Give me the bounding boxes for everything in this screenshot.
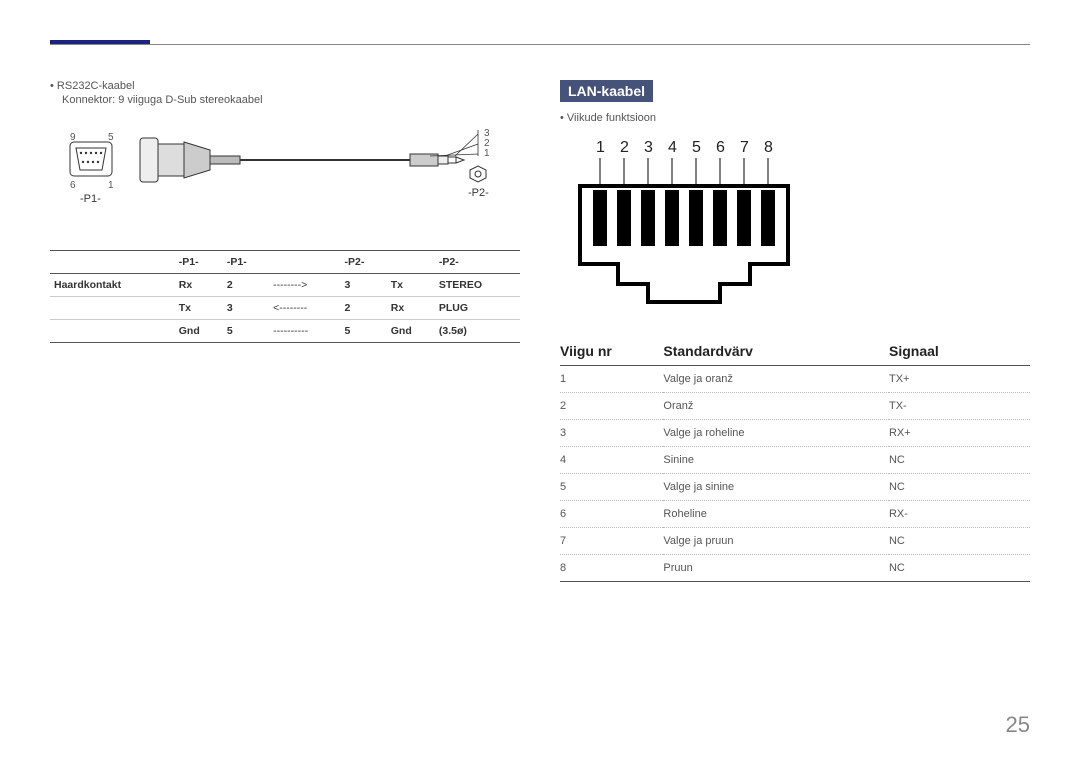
dsub-label-6: 6 — [70, 180, 76, 191]
table-row: Gnd 5 ---------- 5 Gnd (3.5ø) — [50, 320, 520, 343]
jack-label-1: 1 — [484, 148, 490, 159]
table-row: Tx 3 <-------- 2 Rx PLUG — [50, 297, 520, 320]
table-row: 7Valge ja pruunNC — [560, 528, 1030, 555]
rj45-num-5: 5 — [692, 139, 701, 156]
rj45-num-3: 3 — [644, 139, 653, 156]
rj45-num-7: 7 — [740, 139, 749, 156]
lan-bullet: Viikude funktsioon — [560, 112, 1030, 124]
rj45-num-6: 6 — [716, 139, 725, 156]
rs232-bullet: RS232C-kaabel — [50, 80, 520, 92]
p1-label: -P1- — [80, 193, 101, 205]
table-row: -P1- -P1- -P2- -P2- — [50, 251, 520, 274]
dsub-side-icon — [140, 138, 240, 182]
rs232-diagram: 9 5 6 1 -P1- — [50, 120, 520, 240]
rj45-num-2: 2 — [620, 139, 629, 156]
table-row: 1Valge ja oranžTX+ — [560, 366, 1030, 393]
dsub-front-icon — [70, 142, 112, 176]
rj45-icon — [580, 186, 788, 302]
lan-head-signal: Signaal — [889, 343, 1030, 359]
right-column: LAN-kaabel Viikude funktsioon 1 2 3 4 5 … — [560, 80, 1030, 582]
dsub-label-5: 5 — [108, 132, 114, 143]
dsub-label-9: 9 — [70, 132, 76, 143]
content-columns: RS232C-kaabel Konnektor: 9 viiguga D-Sub… — [50, 40, 1030, 582]
rs232-subline: Konnektor: 9 viiguga D-Sub stereokaabel — [62, 94, 520, 106]
table-row: 6RohelineRX- — [560, 501, 1030, 528]
table-row: 3Valge ja rohelineRX+ — [560, 420, 1030, 447]
table-row: Haardkontakt Rx 2 --------> 3 Tx STEREO — [50, 274, 520, 297]
left-column: RS232C-kaabel Konnektor: 9 viiguga D-Sub… — [50, 80, 520, 582]
lan-heading: LAN-kaabel — [560, 80, 653, 102]
table-row: 8PruunNC — [560, 555, 1030, 582]
hex-nut-icon — [470, 166, 486, 182]
rj45-num-4: 4 — [668, 139, 677, 156]
pin-mapping-table: -P1- -P1- -P2- -P2- Haardkontakt Rx 2 --… — [50, 250, 520, 343]
page-number: 25 — [1006, 712, 1030, 738]
table-row: 2OranžTX- — [560, 393, 1030, 420]
dsub-label-1: 1 — [108, 180, 114, 191]
lan-table: 1Valge ja oranžTX+ 2OranžTX- 3Valge ja r… — [560, 366, 1030, 582]
lan-table-header: Viigu nr Standardvärv Signaal — [560, 337, 1030, 366]
table-row: 5Valge ja sinineNC — [560, 474, 1030, 501]
rj45-num-8: 8 — [764, 139, 773, 156]
rj45-num-1: 1 — [596, 139, 605, 156]
lan-head-pin: Viigu nr — [560, 343, 663, 359]
p2-label: -P2- — [468, 187, 489, 199]
lan-head-color: Standardvärv — [663, 343, 889, 359]
rj45-diagram: 1 2 3 4 5 6 7 8 — [560, 134, 820, 319]
header-rule — [50, 44, 1030, 45]
table-row: 4SinineNC — [560, 447, 1030, 474]
